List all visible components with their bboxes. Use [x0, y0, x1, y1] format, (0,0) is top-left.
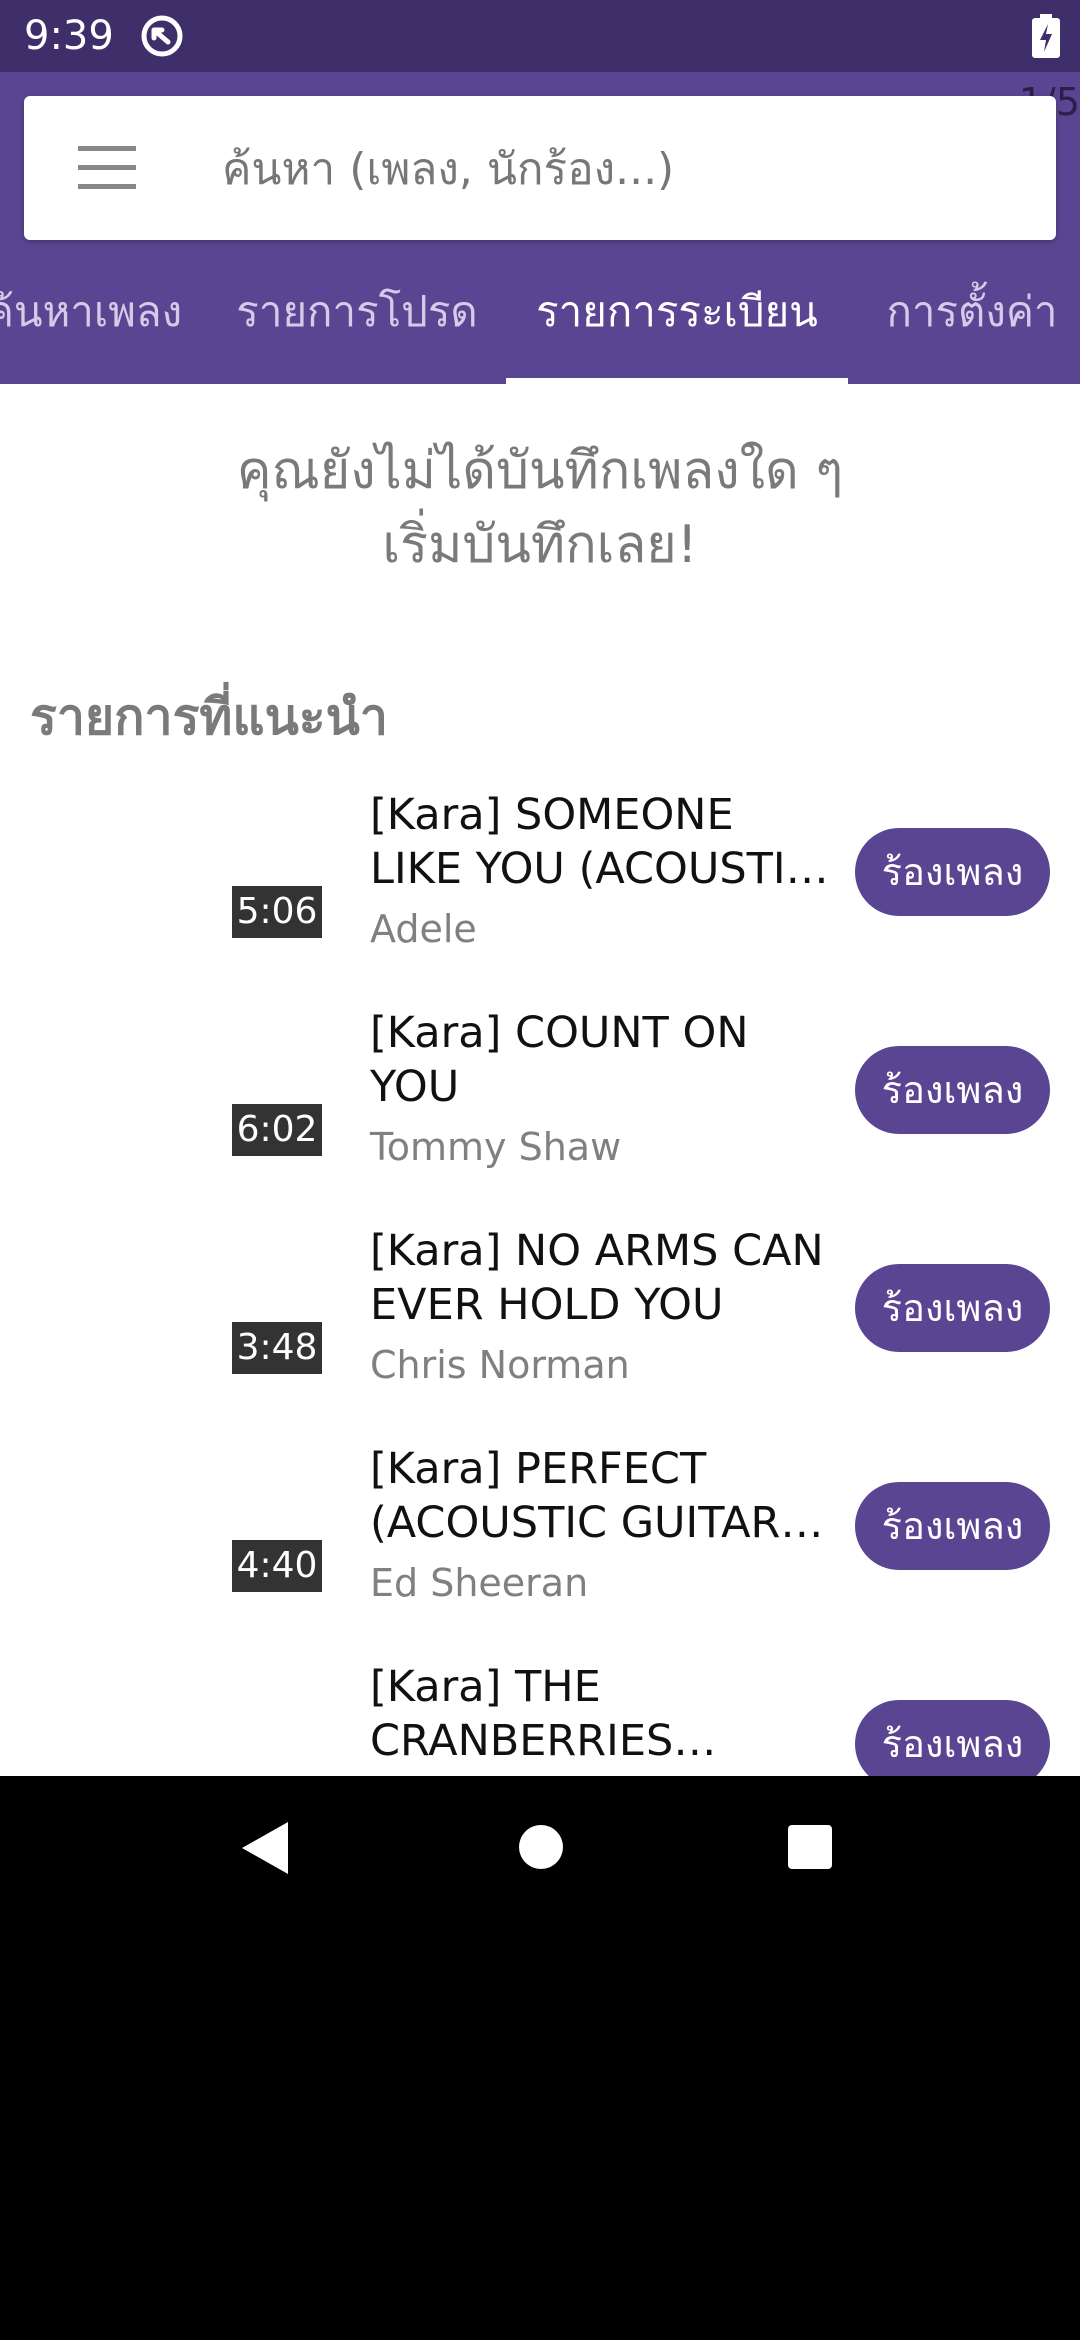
recommended-title: รายการที่แนะนำ — [30, 688, 388, 746]
empty-state-line-1: คุณยังไม่ได้บันทึกเพลงใด ๆ — [236, 441, 844, 501]
tab-bar: ค้นหาเพลง รายการโปรด รายการระเบียน การตั… — [0, 240, 1080, 384]
song-title: [Kara] PERFECT (ACOUSTIC GUITAR V… — [370, 1444, 781, 1548]
sing-button[interactable]: ร้องเพลง — [855, 1046, 1050, 1134]
search-bar — [24, 96, 1056, 240]
sing-button[interactable]: ร้องเพลง — [855, 1700, 1050, 1776]
tab-search-songs[interactable]: ค้นหาเพลง — [0, 240, 184, 384]
song-row[interactable]: 4:40 [Kara] PERFECT (ACOUSTIC GUITAR V… … — [0, 1442, 1080, 1660]
home-icon[interactable] — [518, 1824, 564, 1870]
duration-badge: 6:02 — [232, 1104, 322, 1156]
search-input[interactable] — [220, 124, 1024, 214]
song-artist: Tommy Shaw — [370, 1125, 622, 1169]
back-icon[interactable] — [240, 1820, 290, 1876]
screen: 9:39 1/5 ค้นหาเพลง รายการโปรด รายการระเบ… — [0, 0, 1080, 2340]
tab-favorites[interactable]: รายการโปรด — [226, 240, 488, 384]
status-bar: 9:39 — [0, 0, 1080, 72]
song-row[interactable]: 6:02 [Kara] COUNT ON YOU Tommy Shaw ร้อง… — [0, 1006, 1080, 1224]
song-artist: Chris Norman — [370, 1343, 630, 1387]
app-bar: 1/5 ค้นหาเพลง รายการโปรด รายการระเบียน ก… — [0, 72, 1080, 384]
system-nav-bar — [0, 1776, 1080, 1920]
sing-button[interactable]: ร้องเพลง — [855, 1264, 1050, 1352]
song-row[interactable]: [Kara] THE CRANBERRIES (ACOU… ร้องเพลง — [0, 1660, 1080, 1776]
menu-icon[interactable] — [78, 142, 136, 194]
content-area[interactable]: คุณยังไม่ได้บันทึกเพลงใด ๆ เริ่มบันทึกเล… — [0, 384, 1080, 1776]
song-title: [Kara] COUNT ON YOU — [370, 1008, 749, 1112]
duration-badge: 4:40 — [232, 1540, 322, 1592]
recents-icon[interactable] — [787, 1824, 833, 1870]
duration-badge: 3:48 — [232, 1322, 322, 1374]
battery-charging-icon — [1032, 14, 1060, 58]
song-row[interactable]: 5:06 [Kara] SOMEONE LIKE YOU (ACOUSTIC …… — [0, 788, 1080, 1006]
song-artist: Ed Sheeran — [370, 1561, 589, 1605]
sync-icon — [141, 15, 183, 57]
tab-settings[interactable]: การตั้งค่า — [862, 240, 1080, 384]
song-title: [Kara] NO ARMS CAN EVER HOLD YOU — [370, 1226, 824, 1330]
song-title: [Kara] SOMEONE LIKE YOU (ACOUSTIC … — [370, 790, 816, 894]
duration-badge: 5:06 — [232, 886, 322, 938]
song-title: [Kara] THE CRANBERRIES (ACOU… — [370, 1662, 674, 1766]
empty-state-line-2: เริ่มบันทึกเลย! — [382, 515, 698, 575]
sing-button[interactable]: ร้องเพลง — [855, 1482, 1050, 1570]
sing-button[interactable]: ร้องเพลง — [855, 828, 1050, 916]
song-thumbnail — [24, 1668, 324, 1776]
empty-state-message: คุณยังไม่ได้บันทึกเพลงใด ๆ เริ่มบันทึกเล… — [0, 434, 1080, 582]
status-time: 9:39 — [24, 13, 114, 59]
song-artist: Adele — [370, 907, 477, 951]
song-row[interactable]: 3:48 [Kara] NO ARMS CAN EVER HOLD YOU Ch… — [0, 1224, 1080, 1442]
tab-recordings[interactable]: รายการระเบียน — [506, 240, 848, 384]
